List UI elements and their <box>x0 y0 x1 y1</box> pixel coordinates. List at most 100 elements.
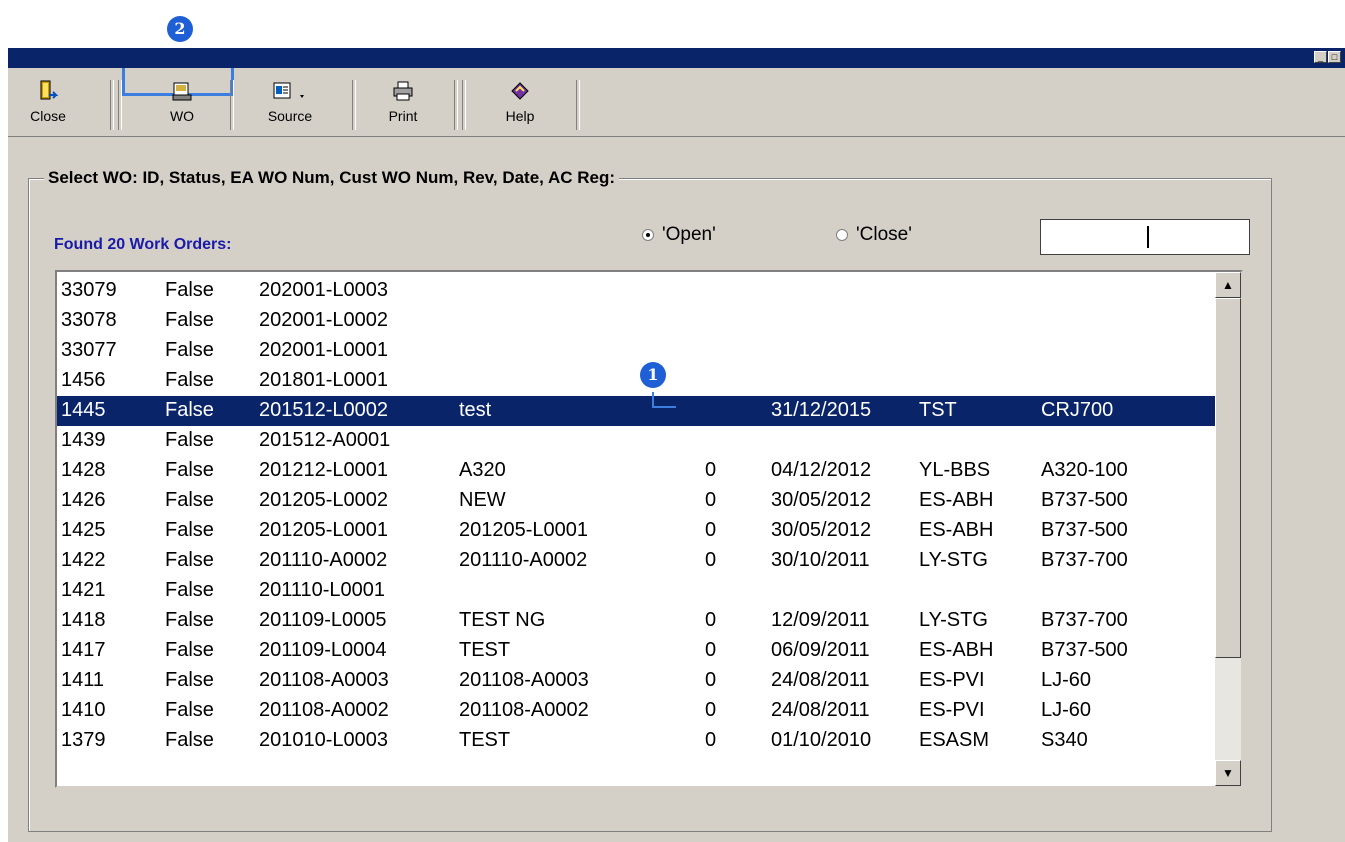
list-cell: 24/08/2011 <box>771 669 870 691</box>
minimize-button[interactable]: _ <box>1314 51 1327 63</box>
print-button[interactable]: Print <box>358 78 448 134</box>
list-cell: 1456 <box>61 369 106 391</box>
list-cell: ESASM <box>919 729 990 751</box>
list-cell: False <box>165 609 214 631</box>
radio-open[interactable]: 'Open' <box>642 224 716 246</box>
list-item[interactable]: 1439 False 201512-A0001 <box>57 426 1219 456</box>
list-cell: 1422 <box>61 549 106 571</box>
list-item[interactable]: 33077 False 202001-L0001 <box>57 336 1219 366</box>
help-button[interactable]: Help <box>474 78 566 134</box>
list-cell: B737-500 <box>1041 489 1128 511</box>
list-cell: 30/05/2012 <box>771 519 872 541</box>
list-cell: False <box>165 399 214 421</box>
list-cell: 1425 <box>61 519 106 541</box>
list-item[interactable]: 1421 False 201110-L0001 <box>57 576 1219 606</box>
window-controls: _ □ <box>1314 51 1341 63</box>
list-cell: 1421 <box>61 579 106 601</box>
list-cell: False <box>165 699 214 721</box>
list-cell: ES-PVI <box>919 669 985 691</box>
source-label: Source <box>267 108 313 124</box>
annotation-badge-2: 2 <box>167 16 193 42</box>
list-item[interactable]: 1422 False 201110-A0002 201110-A0002 0 30/10/… <box>57 546 1219 576</box>
printer-icon <box>392 78 414 104</box>
list-cell: 201109-L0005 <box>259 609 387 631</box>
list-item[interactable]: 1425 False 201205-L0001 201205-L0001 0 30/05/… <box>57 516 1219 546</box>
list-cell: 33079 <box>61 279 117 301</box>
list-cell: 201205-L0001 <box>459 519 589 541</box>
list-cell: 201110-A0002 <box>459 549 588 571</box>
work-order-list[interactable]: 33079 False 202001-L0003 33078 False 202001-L… <box>55 270 1243 788</box>
list-cell: A320-100 <box>1041 459 1128 481</box>
list-cell: 1426 <box>61 489 106 511</box>
toolbar-separator <box>454 80 458 130</box>
list-item[interactable]: 1428 False 201212-L0001 A320 0 04/12/2012 YL-B… <box>57 456 1219 486</box>
search-input[interactable] <box>1040 219 1250 255</box>
exit-door-icon <box>37 78 59 104</box>
list-cell: 201010-L0003 <box>259 729 389 751</box>
radio-open-label: 'Open' <box>662 224 716 245</box>
radio-close-label: 'Close' <box>856 224 912 245</box>
list-cell: YL-BBS <box>919 459 991 481</box>
text-caret <box>1147 226 1149 248</box>
list-item[interactable]: 33079 False 202001-L0003 <box>57 276 1219 306</box>
list-cell: 06/09/2011 <box>771 639 870 661</box>
list-cell: False <box>165 489 214 511</box>
toolbar-separator <box>352 80 356 130</box>
list-item[interactable]: 1417 False 201109-L0004 TEST 0 06/09/2011 ES-A… <box>57 636 1219 666</box>
list-cell: False <box>165 729 214 751</box>
list-cell: 1379 <box>61 729 106 751</box>
list-cell: TEST NG <box>459 609 546 631</box>
list-cell: 0 <box>705 519 717 541</box>
list-cell: ES-ABH <box>919 639 994 661</box>
list-cell: 201109-L0004 <box>259 639 387 661</box>
radio-close-indicator[interactable] <box>836 229 848 241</box>
work-order-icon <box>171 78 193 104</box>
toolbar: Close WO Source Print Help <box>8 68 1345 137</box>
list-cell: 0 <box>705 459 717 481</box>
close-button[interactable]: Close <box>8 78 88 134</box>
work-order-rows: 33079 False 202001-L0003 33078 False 202001-L… <box>57 276 1219 756</box>
toolbar-separator <box>118 80 122 130</box>
list-item[interactable]: 1445 False 201512-L0002 test 31/12/2015 TST CR… <box>57 396 1219 426</box>
list-cell: 0 <box>705 639 717 661</box>
list-item[interactable]: 1456 False 201801-L0001 <box>57 366 1219 396</box>
restore-button[interactable]: □ <box>1328 51 1341 63</box>
radio-close[interactable]: 'Close' <box>836 224 912 246</box>
wo-label: WO <box>169 108 195 124</box>
list-item[interactable]: 1379 False 201010-L0003 TEST 0 01/10/2010 ESAS… <box>57 726 1219 756</box>
list-cell: 33078 <box>61 309 117 331</box>
scroll-down-button[interactable]: ▼ <box>1215 760 1241 786</box>
list-cell: LY-STG <box>919 549 988 571</box>
list-cell: 201110-L0001 <box>259 579 386 601</box>
scroll-thumb[interactable] <box>1215 298 1241 658</box>
list-item[interactable]: 1410 False 201108-A0002 201108-A0002 0 24/08/… <box>57 696 1219 726</box>
list-cell: 1411 <box>61 669 105 691</box>
list-cell: 1445 <box>61 399 106 421</box>
toolbar-separator <box>462 80 466 130</box>
list-cell: 1418 <box>61 609 106 631</box>
radio-open-indicator[interactable] <box>642 229 654 241</box>
list-cell: 1417 <box>61 639 106 661</box>
list-cell: 201108-A0002 <box>459 699 589 721</box>
wo-button[interactable]: WO <box>134 78 230 134</box>
list-cell: CRJ700 <box>1041 399 1114 421</box>
list-cell: 30/05/2012 <box>771 489 872 511</box>
list-cell: 1428 <box>61 459 106 481</box>
list-item[interactable]: 33078 False 202001-L0002 <box>57 306 1219 336</box>
list-cell: 0 <box>705 549 717 571</box>
list-item[interactable]: 1411 False 201108-A0003 201108-A0003 0 24/08/… <box>57 666 1219 696</box>
list-cell: TST <box>919 399 957 421</box>
list-cell: ES-PVI <box>919 699 985 721</box>
list-cell: 0 <box>705 699 717 721</box>
list-cell: B737-700 <box>1041 549 1128 571</box>
list-item[interactable]: 1426 False 201205-L0002 NEW 0 30/05/2012 ES-AB… <box>57 486 1219 516</box>
list-cell: 201205-L0001 <box>259 519 389 541</box>
source-button[interactable]: Source <box>240 78 340 134</box>
help-book-icon <box>509 78 531 104</box>
scroll-up-button[interactable]: ▲ <box>1215 272 1241 298</box>
list-cell: False <box>165 369 214 391</box>
list-cell: 201108-A0003 <box>459 669 589 691</box>
vertical-scrollbar[interactable]: ▲ ▼ <box>1215 272 1241 786</box>
list-item[interactable]: 1418 False 201109-L0005 TEST NG 0 12/09/2011 L… <box>57 606 1219 636</box>
list-cell: B737-500 <box>1041 519 1128 541</box>
